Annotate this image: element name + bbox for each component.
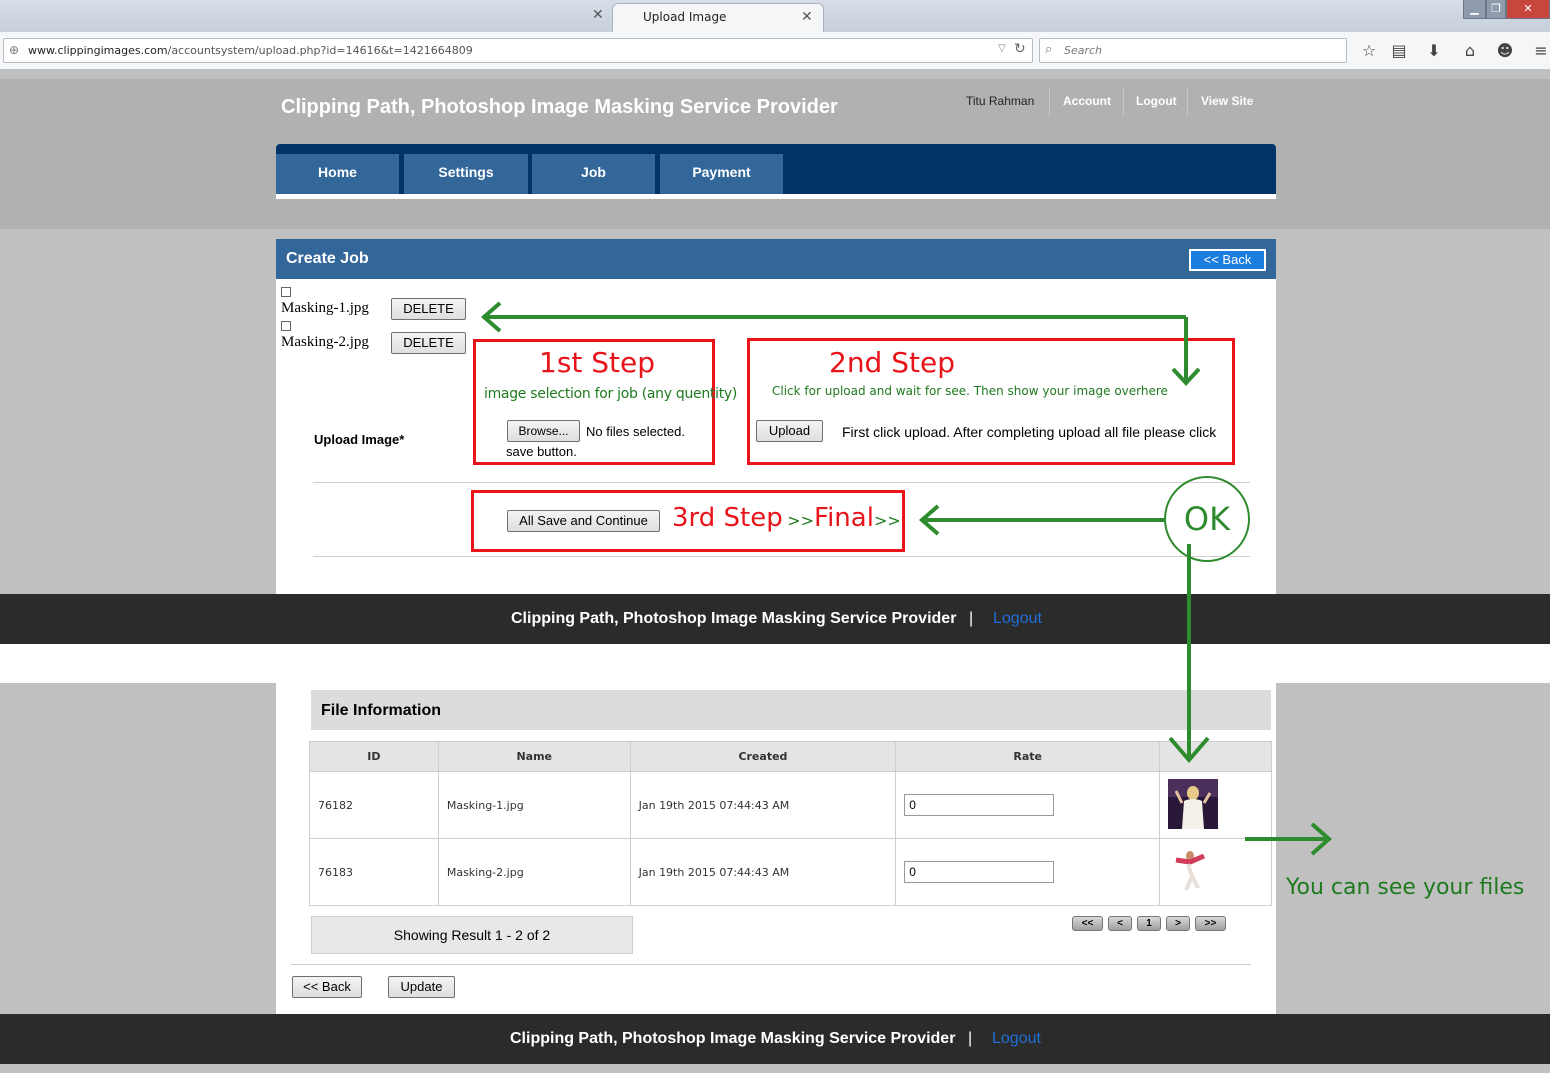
- annotation-arrows: [480, 301, 1333, 856]
